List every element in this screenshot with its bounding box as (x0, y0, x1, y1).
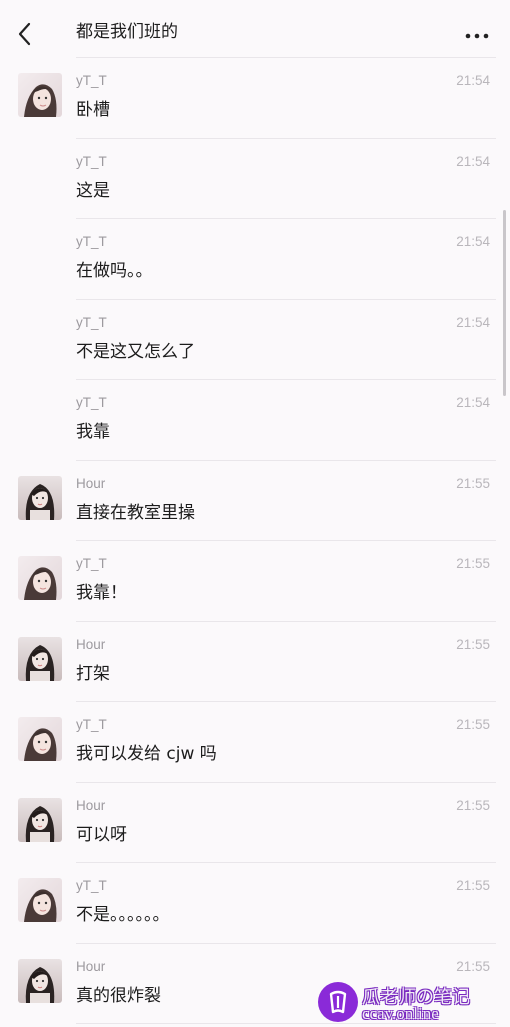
page-title: 都是我们班的 (76, 22, 178, 42)
message-time: 21:55 (456, 636, 490, 652)
sender-name: yT_T (76, 556, 107, 571)
sender-name: yT_T (76, 314, 107, 330)
message-item[interactable]: yT_T 21:55 我靠！ (0, 541, 510, 622)
chat-header: 都是我们班的 (0, 0, 510, 58)
watermark: 瓜老师の笔记 ccav.online (318, 980, 510, 1024)
scrollbar[interactable] (503, 210, 506, 396)
message-item[interactable]: Hour 21:55 可以呀 (0, 783, 510, 863)
sender-name: Hour (76, 797, 106, 813)
avatar[interactable] (18, 556, 62, 600)
sender-name: yT_T (76, 234, 107, 249)
message-text: 不是这又怎么了 (76, 341, 195, 362)
message-item[interactable]: yT_T 21:54 在做吗。。 (0, 219, 510, 300)
avatar[interactable] (18, 878, 62, 922)
message-item[interactable]: yT_T 21:54 卧槽 (0, 58, 510, 139)
message-item[interactable]: yT_T 21:54 这是 (0, 139, 510, 219)
message-time: 21:54 (456, 73, 490, 88)
sender-name: yT_T (76, 395, 107, 410)
message-list[interactable]: yT_T 21:54 卧槽 yT_T 21:54 这是 yT_T 21:54 在做吗。。 yT_T… (0, 58, 510, 1024)
message-text: 可以呀 (76, 824, 127, 845)
message-time: 21:55 (456, 797, 490, 813)
message-item[interactable]: yT_T 21:54 我靠 (0, 380, 510, 461)
message-time: 21:54 (456, 314, 490, 330)
sender-name: yT_T (76, 153, 107, 169)
message-time: 21:55 (456, 717, 490, 732)
message-text: 真的很炸裂 (76, 985, 161, 1006)
sender-name: Hour (76, 958, 106, 974)
message-text: 不是。。。。。。 (76, 905, 170, 925)
chevron-left-icon (18, 22, 31, 46)
more-options-button[interactable] (464, 28, 490, 39)
message-time: 21:55 (456, 556, 490, 571)
message-item[interactable]: Hour 21:55 直接在教室里操 (0, 461, 510, 541)
message-time: 21:54 (456, 153, 490, 169)
message-item[interactable]: yT_T 21:54 不是这又怎么了 (0, 300, 510, 380)
sender-name: yT_T (76, 878, 107, 893)
watermark-url: ccav.online (362, 1004, 439, 1023)
message-time: 21:55 (456, 878, 490, 893)
message-text: 我靠 (76, 422, 110, 442)
message-item[interactable]: yT_T 21:55 我可以发给 cjw 吗 (0, 702, 510, 783)
avatar[interactable] (18, 636, 62, 681)
avatar[interactable] (18, 797, 62, 842)
sender-name: Hour (76, 475, 106, 491)
ellipsis-icon (465, 33, 489, 39)
message-text: 这是 (76, 180, 110, 201)
message-text: 打架 (76, 663, 110, 684)
avatar[interactable] (18, 475, 62, 520)
message-item[interactable]: yT_T 21:55 不是。。。。。。 (0, 863, 510, 944)
avatar[interactable] (18, 958, 62, 1003)
message-text: 在做吗。。 (76, 261, 153, 281)
message-time: 21:55 (456, 475, 490, 491)
message-text: 我靠！ (76, 583, 127, 603)
message-time: 21:54 (456, 395, 490, 410)
message-text: 直接在教室里操 (76, 502, 195, 523)
message-text: 我可以发给 cjw 吗 (76, 744, 217, 764)
back-button[interactable] (14, 20, 36, 48)
message-time: 21:55 (456, 958, 490, 974)
avatar[interactable] (18, 717, 62, 761)
avatar[interactable] (18, 73, 62, 117)
watermark-logo (318, 982, 358, 1022)
sender-name: yT_T (76, 717, 107, 732)
message-item[interactable]: Hour 21:55 打架 (0, 622, 510, 702)
message-time: 21:54 (456, 234, 490, 249)
message-text: 卧槽 (76, 100, 110, 120)
melon-logo-icon (329, 990, 347, 1014)
sender-name: Hour (76, 636, 106, 652)
sender-name: yT_T (76, 73, 107, 88)
